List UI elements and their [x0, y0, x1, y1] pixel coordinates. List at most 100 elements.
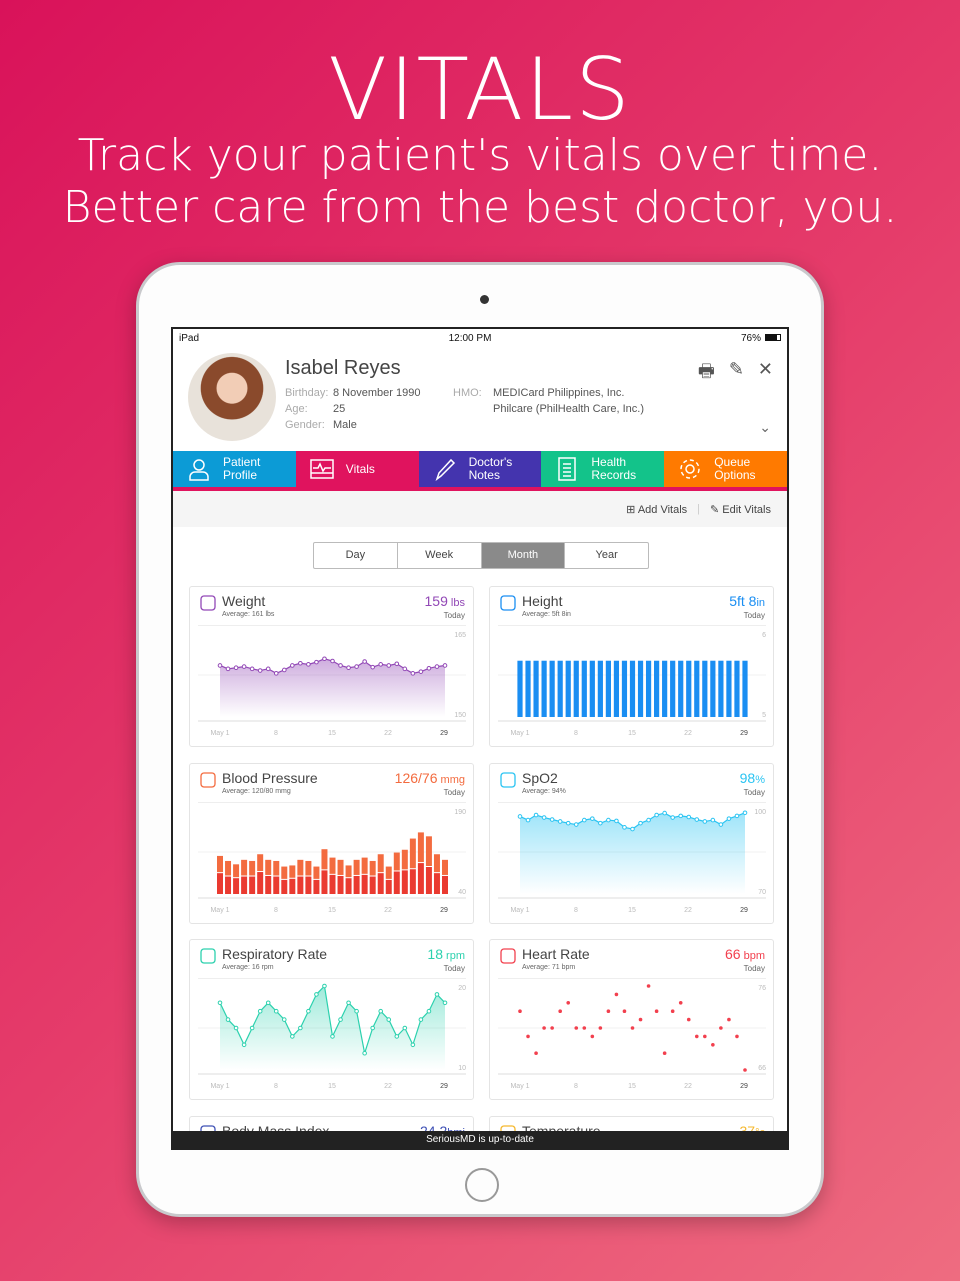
data-point	[290, 1034, 295, 1039]
bar-systolic	[289, 865, 296, 878]
x-tick-label: May 1	[510, 1083, 529, 1090]
y-tick-label: 190	[454, 809, 466, 816]
data-point	[225, 1017, 231, 1022]
vital-card-height[interactable]: Height Average: 5ft 8in 5ft 8in Today 6 5 M…	[489, 586, 774, 747]
x-tick-label: 29	[740, 907, 748, 914]
data-point	[614, 992, 619, 997]
hmo-details: HMO: MEDICard Philippines, Inc. Philcare …	[453, 387, 645, 415]
hero-line-1: Track your patient's vitals over time.	[77, 130, 883, 181]
x-tick-label: 15	[328, 907, 336, 914]
tab-patient-profile[interactable]: Patient Profile	[173, 451, 296, 487]
clock: 12:00 PM	[448, 332, 492, 344]
x-tick-label: 8	[274, 730, 278, 737]
data-point	[378, 1008, 384, 1014]
add-vitals-button[interactable]: ⊞ Add Vitals	[626, 503, 687, 516]
data-point	[298, 1025, 303, 1031]
period-month[interactable]: Month	[481, 543, 566, 568]
data-point	[426, 1008, 432, 1014]
vital-card-spo2[interactable]: SpO2 Average: 94% 98% Today 100 70 May 1 8 15…	[489, 763, 774, 924]
print-icon[interactable]: 🖶	[698, 359, 715, 389]
data-point	[402, 666, 408, 672]
data-point	[338, 1017, 343, 1022]
close-icon[interactable]: ✕	[758, 359, 773, 389]
chart-stacked: 190 40 May 1 8 15 22 29	[198, 802, 466, 914]
x-tick-label: 29	[440, 1083, 448, 1090]
droplet-icon	[500, 772, 516, 788]
vital-card-weight[interactable]: Weight Average: 161 lbs 159 lbs Today 165…	[189, 586, 474, 747]
bar	[533, 660, 539, 717]
data-point	[606, 817, 611, 823]
data-point	[566, 1001, 571, 1005]
chevron-down-icon[interactable]: ⌄	[759, 419, 771, 436]
data-point	[273, 1008, 279, 1014]
period-year[interactable]: Year	[565, 543, 648, 568]
bar-diastolic	[217, 873, 223, 894]
data-point	[442, 1000, 448, 1006]
bar-systolic	[345, 865, 352, 878]
vital-card-heart-rate[interactable]: Heart Rate Average: 71 bpm 66 bpm Today 7…	[489, 939, 774, 1100]
tab-doctor-s-notes[interactable]: Doctor's Notes	[418, 451, 542, 487]
data-point	[426, 665, 432, 671]
data-point	[322, 983, 327, 989]
bar-diastolic	[337, 875, 344, 894]
bar	[525, 660, 531, 717]
bar-systolic	[329, 857, 336, 874]
tab-health-records[interactable]: Health Records	[541, 451, 665, 487]
data-point	[694, 817, 700, 822]
edit-vitals-button[interactable]: ✎ Edit Vitals	[710, 503, 771, 516]
edit-icon[interactable]: ✎	[729, 359, 744, 389]
tab-label: Vitals	[345, 461, 375, 476]
vital-card-respiratory-rate[interactable]: Respiratory Rate Average: 16 rpm 18 rpm …	[189, 939, 474, 1100]
tab-label: Patient Profile	[223, 455, 261, 482]
bar-diastolic	[273, 876, 280, 894]
period-day[interactable]: Day	[314, 543, 398, 568]
data-point	[386, 663, 392, 668]
bar-systolic	[369, 860, 376, 876]
card-average: Average: 71 bpm	[522, 964, 576, 971]
period-week[interactable]: Week	[398, 543, 482, 568]
data-point	[354, 664, 359, 669]
data-point	[735, 1034, 739, 1039]
bar-diastolic	[281, 879, 288, 894]
data-point	[694, 1034, 699, 1039]
data-point	[590, 1034, 595, 1039]
home-button[interactable]	[465, 1168, 499, 1202]
bar-systolic	[353, 859, 360, 875]
data-point	[702, 819, 708, 824]
tab-label: Health Records	[591, 455, 637, 482]
bar-systolic	[297, 859, 304, 876]
tab-vitals[interactable]: Vitals	[295, 451, 419, 487]
birthday: 8 November 1990	[333, 387, 421, 399]
data-point	[598, 1026, 603, 1030]
bar-systolic	[393, 852, 400, 871]
bar	[654, 660, 660, 717]
tab-queue-options[interactable]: Queue Options	[664, 451, 787, 487]
card-value: 66 bpm	[724, 946, 765, 962]
bar	[637, 660, 644, 717]
data-point	[265, 1000, 271, 1006]
x-tick-label: 22	[384, 1083, 392, 1090]
bar-diastolic	[329, 874, 336, 894]
bar-diastolic	[321, 870, 328, 894]
data-point	[410, 671, 416, 676]
bar	[589, 660, 595, 717]
data-point	[719, 1026, 723, 1030]
patient-details: Birthday: 8 November 1990 Age: 25 Gender: M…	[285, 387, 421, 431]
action-bar: ⊞ Add Vitals | ✎ Edit Vitals	[173, 491, 787, 527]
bar-diastolic	[353, 875, 360, 894]
data-point	[670, 1009, 675, 1013]
vitals-monitor-icon	[310, 459, 334, 479]
bar-systolic	[249, 860, 256, 876]
patient-name: Isabel Reyes	[285, 357, 401, 379]
data-point	[249, 666, 255, 672]
card-title: Weight	[222, 593, 266, 609]
data-point	[734, 813, 740, 819]
x-tick-label: 8	[274, 907, 278, 914]
vital-card-blood-pressure[interactable]: Blood Pressure Average: 120/80 mmg 126/7…	[189, 763, 474, 924]
x-tick-label: 29	[740, 1083, 748, 1090]
data-point	[290, 663, 295, 668]
card-date: Today	[743, 611, 765, 620]
card-title: Height	[522, 593, 563, 609]
hero-subtitle: Track your patient's vitals over time. Be…	[0, 130, 960, 234]
hero-line-2: Better care from the best doctor, you.	[62, 182, 898, 233]
